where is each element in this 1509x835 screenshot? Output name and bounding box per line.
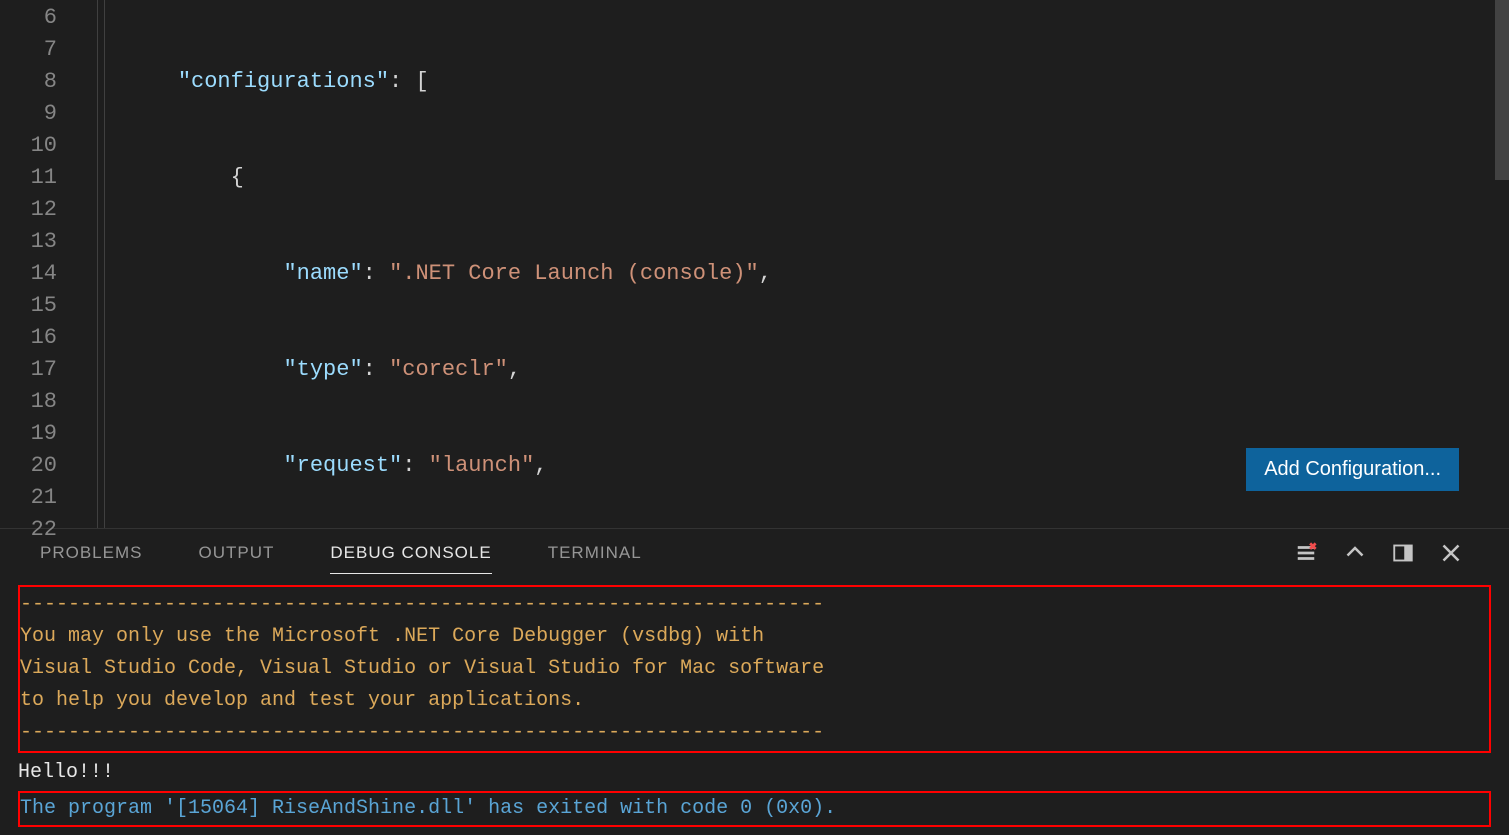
- line-number: 9: [0, 98, 57, 130]
- collapse-icon[interactable]: [1345, 543, 1365, 563]
- line-number: 13: [0, 226, 57, 258]
- editor-scrollbar[interactable]: [1495, 0, 1509, 528]
- line-number: 15: [0, 290, 57, 322]
- line-number: 8: [0, 66, 57, 98]
- console-output-line: Hello!!!: [18, 757, 1491, 789]
- line-number: 22: [0, 514, 57, 546]
- panel-tab-bar: PROBLEMS OUTPUT DEBUG CONSOLE TERMINAL: [0, 529, 1509, 577]
- bottom-panel: PROBLEMS OUTPUT DEBUG CONSOLE TERMINAL -…: [0, 528, 1509, 832]
- tab-terminal[interactable]: TERMINAL: [548, 533, 642, 573]
- line-number: 20: [0, 450, 57, 482]
- line-number: 17: [0, 354, 57, 386]
- line-number: 14: [0, 258, 57, 290]
- line-number: 11: [0, 162, 57, 194]
- code-editor[interactable]: 6 7 8 9 10 11 12 13 14 15 16 17 18 19 20…: [0, 0, 1509, 528]
- line-number: 10: [0, 130, 57, 162]
- close-panel-icon[interactable]: [1441, 543, 1461, 563]
- add-configuration-button[interactable]: Add Configuration...: [1246, 448, 1459, 491]
- split-panel-icon[interactable]: [1393, 543, 1413, 563]
- line-number: 19: [0, 418, 57, 450]
- line-number: 6: [0, 2, 57, 34]
- tab-output[interactable]: OUTPUT: [198, 533, 274, 573]
- line-number: 12: [0, 194, 57, 226]
- tab-debug-console[interactable]: DEBUG CONSOLE: [330, 533, 491, 574]
- fold-ruler: [85, 0, 105, 528]
- line-number: 16: [0, 322, 57, 354]
- program-exit-message: The program '[15064] RiseAndShine.dll' h…: [18, 791, 1491, 827]
- line-number: 7: [0, 34, 57, 66]
- line-number-gutter: 6 7 8 9 10 11 12 13 14 15 16 17 18 19 20…: [0, 0, 85, 528]
- line-number: 18: [0, 386, 57, 418]
- clear-console-icon[interactable]: [1295, 542, 1317, 564]
- debug-license-notice: ----------------------------------------…: [18, 585, 1491, 753]
- debug-console-output[interactable]: ----------------------------------------…: [0, 577, 1509, 835]
- line-number: 21: [0, 482, 57, 514]
